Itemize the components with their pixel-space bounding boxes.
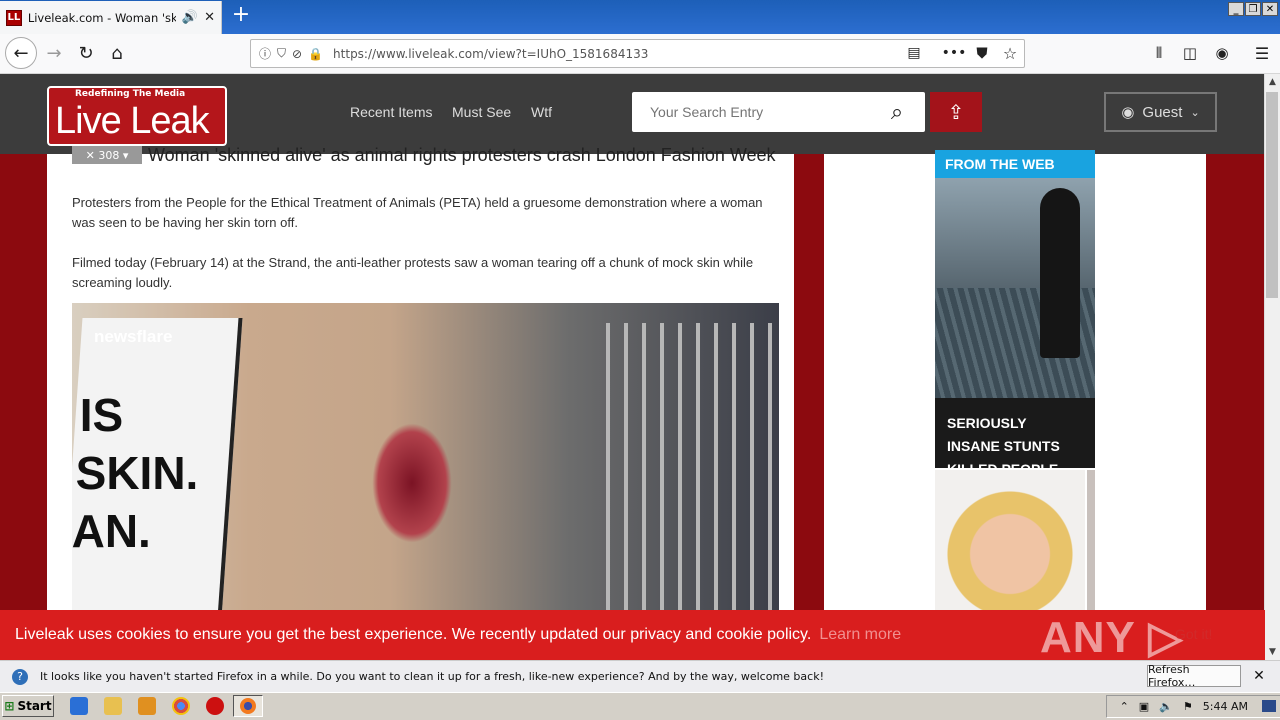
- guest-label: Guest: [1142, 103, 1183, 121]
- info-icon[interactable]: ⓘ: [259, 45, 271, 62]
- lock-icon: 🔒: [308, 46, 324, 61]
- refresh-firefox-button[interactable]: Refresh Firefox…: [1147, 663, 1241, 689]
- back-button[interactable]: ←: [5, 37, 37, 69]
- opera-icon[interactable]: [206, 697, 224, 715]
- volume-icon[interactable]: 🔈: [1159, 700, 1173, 713]
- liveleak-logo[interactable]: Redefining The Media Live Leak: [47, 86, 227, 146]
- scroll-up-arrow-icon[interactable]: ▲: [1265, 74, 1280, 90]
- close-tab-icon[interactable]: ✕: [204, 10, 215, 25]
- menu-must-see[interactable]: Must See: [452, 104, 511, 120]
- ad-stunt-caption[interactable]: SERIOUSLY INSANE STUNTS KILLED PEOPLE: [935, 398, 1095, 477]
- search-box: [632, 92, 925, 132]
- content-border: [47, 154, 57, 610]
- restore-button[interactable]: ❐: [1245, 2, 1261, 16]
- shield-icon[interactable]: ⛉: [277, 46, 286, 61]
- tray-expand-icon[interactable]: ⌃: [1120, 700, 1129, 713]
- guest-menu-button[interactable]: ◉ Guest ⌄: [1104, 92, 1217, 132]
- firefox-icon: [240, 698, 256, 714]
- sign-line-3: AN.: [72, 505, 151, 557]
- ad-person: [1040, 188, 1080, 358]
- ad-woman-image[interactable]: [935, 470, 1085, 610]
- cookie-learn-more-link[interactable]: Learn more: [819, 626, 901, 644]
- ad-third-image[interactable]: [1087, 470, 1095, 610]
- bookmark-star-icon[interactable]: ☆: [996, 40, 1024, 66]
- firefox-notification-bar: ? It looks like you haven't started Fire…: [0, 660, 1280, 692]
- firefox-taskbar-item[interactable]: [233, 695, 263, 717]
- video-player[interactable]: IS SKIN. AN. newsflare: [72, 303, 779, 610]
- video-fence: [592, 323, 779, 610]
- speaker-icon[interactable]: 🔊: [182, 10, 198, 25]
- close-notification-icon[interactable]: ✕: [1250, 667, 1268, 685]
- video-wound: [372, 423, 452, 543]
- logo-word-live: Live: [55, 100, 122, 142]
- start-button[interactable]: ⊞ Start: [2, 695, 54, 717]
- system-tray: ⌃ ▣ 🔈 ⚑ 5:44 AM: [1106, 695, 1280, 718]
- user-icon: ◉: [1121, 104, 1135, 121]
- file-explorer-icon[interactable]: [104, 697, 122, 715]
- liveleak-favicon-icon: LL: [6, 9, 22, 26]
- forward-button[interactable]: →: [40, 40, 68, 66]
- notification-text: It looks like you haven't started Firefo…: [40, 670, 824, 683]
- windows-taskbar: [0, 692, 1280, 720]
- chrome-icon[interactable]: [172, 697, 190, 715]
- url-path: /view?t=IUhO_1581684133: [483, 46, 649, 61]
- menu-recent-items[interactable]: Recent Items: [350, 104, 432, 120]
- account-icon[interactable]: ◉: [1208, 40, 1236, 66]
- reload-button[interactable]: ↻: [72, 40, 100, 66]
- newsflare-watermark: newsflare: [94, 327, 173, 346]
- logo-tagline: Redefining The Media: [75, 89, 186, 99]
- cookie-got-it-button[interactable]: Got it!: [1175, 626, 1212, 642]
- close-window-button[interactable]: ✕: [1262, 2, 1278, 16]
- article-paragraph-1: Protesters from the People for the Ethic…: [72, 195, 763, 230]
- search-input[interactable]: [650, 104, 870, 120]
- upload-icon[interactable]: ⇪: [930, 92, 982, 132]
- article-title-text: Woman 'skinned alive' as animal rights p…: [148, 145, 776, 165]
- home-button[interactable]: ⌂: [103, 40, 131, 66]
- sign-line-1: IS: [79, 389, 124, 441]
- new-tab-button[interactable]: +: [230, 4, 252, 28]
- article-paragraph-2: Filmed today (February 14) at the Strand…: [72, 255, 754, 290]
- media-player-icon[interactable]: [138, 697, 156, 715]
- menu-wtf[interactable]: Wtf: [531, 104, 552, 120]
- logo-word-leak: Leak: [130, 100, 209, 142]
- tab-title: Liveleak.com - Woman 'skinned: [27, 10, 176, 25]
- scrollbar-thumb[interactable]: [1266, 92, 1278, 298]
- logo-wordmark: Live Leak: [55, 100, 210, 143]
- sidebar-toggle-icon[interactable]: ◫: [1176, 40, 1204, 66]
- windows-logo-icon: ⊞: [4, 699, 15, 713]
- clock[interactable]: 5:44 AM: [1203, 700, 1248, 713]
- views-badge[interactable]: ✕ 308 ▾: [72, 146, 142, 164]
- show-desktop-icon[interactable]: [1262, 700, 1276, 712]
- hamburger-menu-icon[interactable]: ☰: [1248, 40, 1276, 66]
- library-icon[interactable]: ⫴: [1145, 40, 1173, 66]
- cookie-message: Liveleak uses cookies to ensure you get …: [15, 626, 812, 643]
- flag-icon[interactable]: ⚑: [1183, 700, 1193, 713]
- minimize-button[interactable]: _: [1228, 2, 1244, 16]
- start-label: Start: [17, 699, 52, 713]
- internet-explorer-icon[interactable]: [70, 697, 88, 715]
- search-icon[interactable]: ⌕: [884, 98, 910, 126]
- url-text[interactable]: https://www.liveleak.com/view?t=IUhO_158…: [333, 47, 648, 61]
- question-icon: ?: [12, 668, 28, 685]
- url-domain: https://www.liveleak.com: [333, 46, 484, 61]
- reader-view-icon[interactable]: ▤: [900, 40, 928, 66]
- permissions-icon[interactable]: ⊘: [292, 47, 302, 61]
- sign-line-2: SKIN.: [75, 447, 199, 499]
- article-title: Woman 'skinned alive' as animal rights p…: [72, 144, 779, 166]
- page-actions-icon[interactable]: •••: [940, 40, 968, 66]
- protest-sign: IS SKIN. AN.: [72, 318, 243, 610]
- pocket-icon[interactable]: ⛊: [968, 40, 996, 66]
- ad-stunt-image[interactable]: [935, 178, 1095, 398]
- chevron-down-icon: ⌄: [1190, 106, 1200, 119]
- browser-tab[interactable]: LL Liveleak.com - Woman 'skinned 🔊 ✕: [0, 1, 222, 34]
- network-icon[interactable]: ▣: [1139, 700, 1149, 713]
- from-the-web-header: FROM THE WEB: [935, 150, 1095, 178]
